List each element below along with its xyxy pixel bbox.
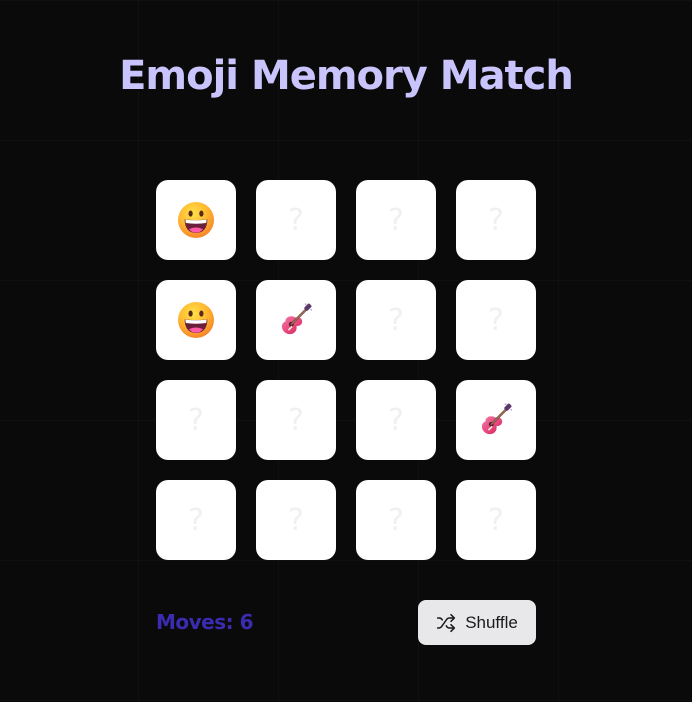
shuffle-icon bbox=[437, 613, 456, 632]
grinning-face-icon bbox=[176, 200, 216, 240]
grinning-face-icon bbox=[176, 300, 216, 340]
page-title: Emoji Memory Match bbox=[119, 53, 574, 99]
question-mark-icon: ? bbox=[188, 502, 204, 538]
card-hidden[interactable]: ? bbox=[256, 180, 336, 260]
question-mark-icon: ? bbox=[488, 302, 504, 338]
question-mark-icon: ? bbox=[388, 302, 404, 338]
card-hidden[interactable]: ? bbox=[156, 380, 236, 460]
question-mark-icon: ? bbox=[288, 502, 304, 538]
question-mark-icon: ? bbox=[388, 402, 404, 438]
question-mark-icon: ? bbox=[488, 202, 504, 238]
question-mark-icon: ? bbox=[288, 402, 304, 438]
card-hidden[interactable]: ? bbox=[456, 280, 536, 360]
card-revealed-guitar[interactable] bbox=[456, 380, 536, 460]
card-hidden[interactable]: ? bbox=[456, 180, 536, 260]
card-hidden[interactable]: ? bbox=[356, 280, 436, 360]
question-mark-icon: ? bbox=[388, 202, 404, 238]
card-hidden[interactable]: ? bbox=[356, 380, 436, 460]
shuffle-label: Shuffle bbox=[465, 612, 518, 632]
card-hidden[interactable]: ? bbox=[356, 480, 436, 560]
question-mark-icon: ? bbox=[488, 502, 504, 538]
card-hidden[interactable]: ? bbox=[256, 480, 336, 560]
card-hidden[interactable]: ? bbox=[156, 480, 236, 560]
question-mark-icon: ? bbox=[388, 502, 404, 538]
moves-counter: Moves: 6 bbox=[156, 610, 254, 634]
shuffle-button[interactable]: Shuffle bbox=[418, 600, 536, 645]
card-revealed-guitar[interactable] bbox=[256, 280, 336, 360]
guitar-icon bbox=[476, 400, 516, 440]
game-footer: Moves: 6 Shuffle bbox=[156, 600, 536, 645]
question-mark-icon: ? bbox=[288, 202, 304, 238]
card-grid: ??? ? ? ? ? ? ? ? ? ? bbox=[156, 180, 536, 560]
card-hidden[interactable]: ? bbox=[456, 480, 536, 560]
card-hidden[interactable]: ? bbox=[256, 380, 336, 460]
guitar-icon bbox=[276, 300, 316, 340]
card-hidden[interactable]: ? bbox=[356, 180, 436, 260]
card-revealed-grinning-face[interactable] bbox=[156, 180, 236, 260]
card-revealed-grinning-face[interactable] bbox=[156, 280, 236, 360]
question-mark-icon: ? bbox=[188, 402, 204, 438]
